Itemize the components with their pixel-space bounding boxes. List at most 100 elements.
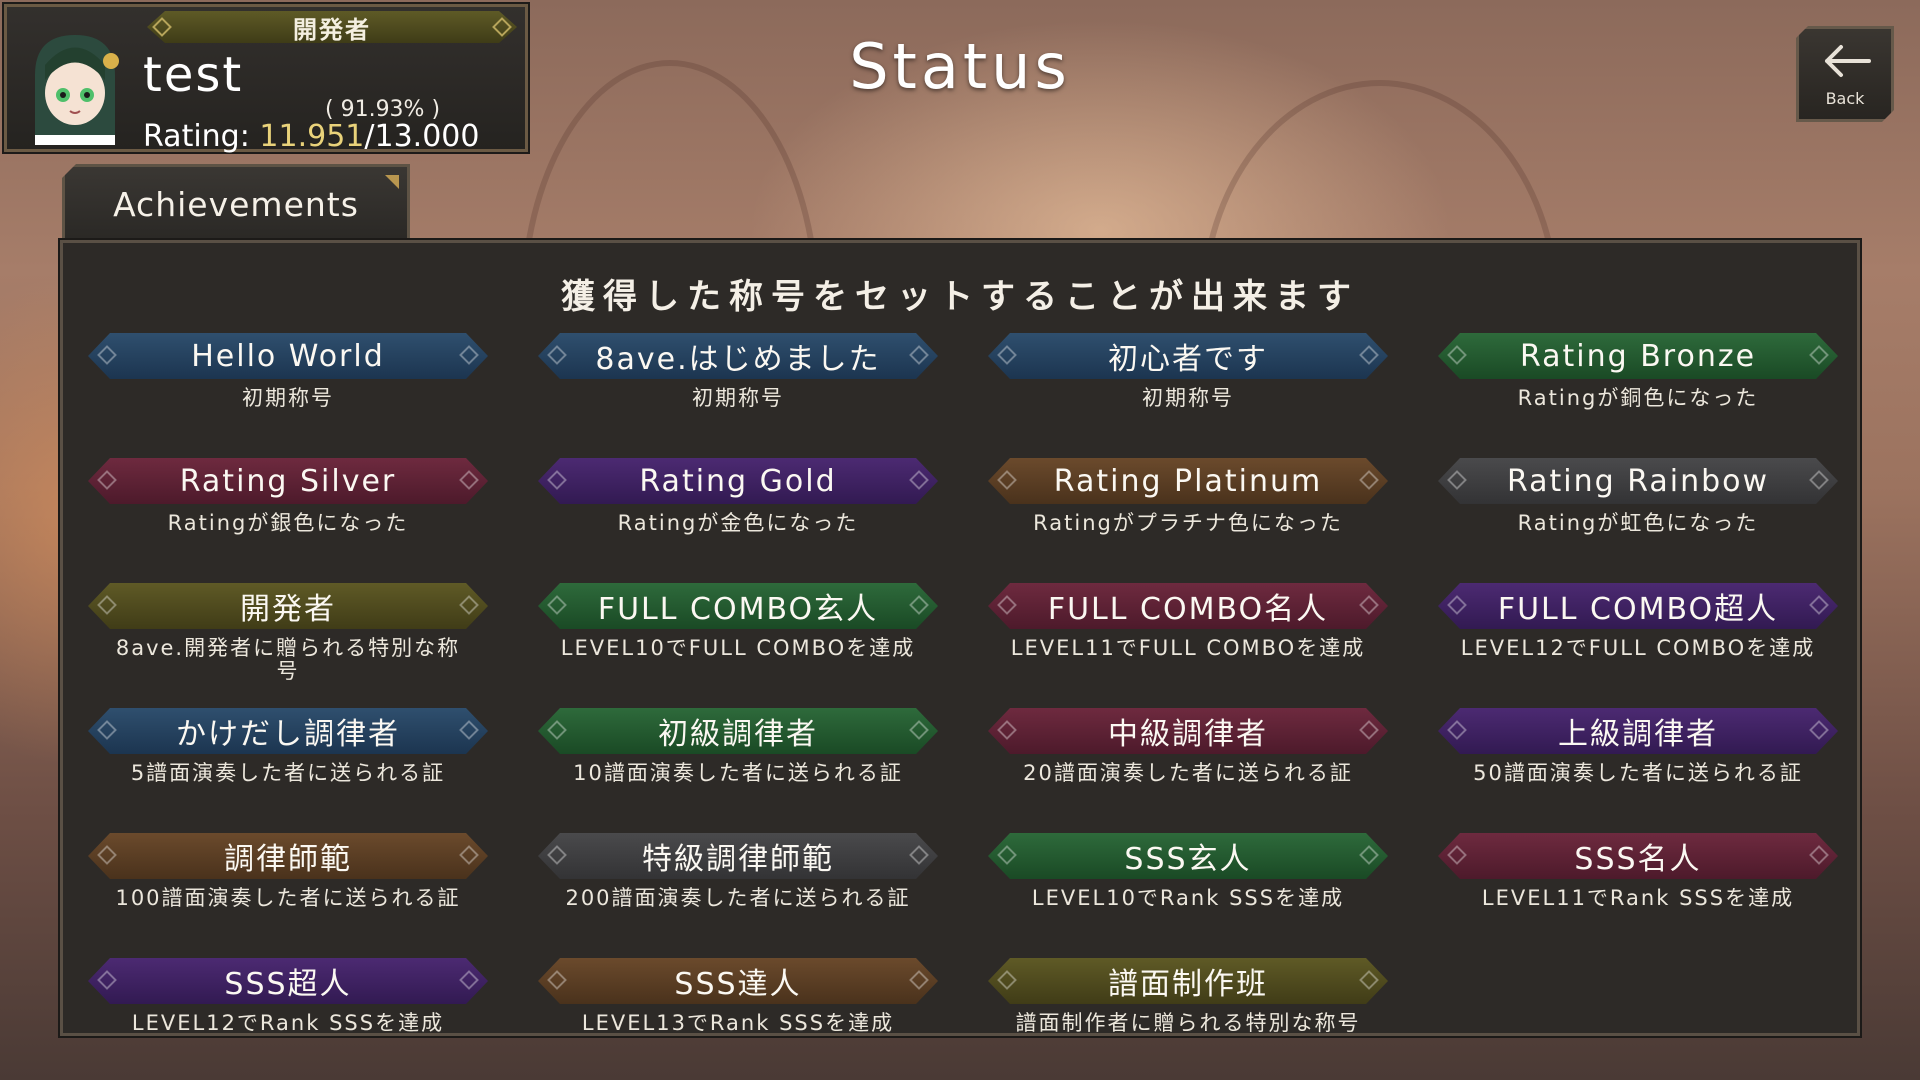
achievement-title-plate[interactable]: Rating Platinum (988, 458, 1388, 504)
achievement-name: Rating Silver (179, 463, 397, 499)
gem-icon (1447, 720, 1467, 740)
achievement-title-plate[interactable]: 譜面制作班 (988, 958, 1388, 1004)
gem-icon (547, 595, 567, 615)
achievement-title-plate[interactable]: Hello World (88, 333, 488, 379)
achievement-item[interactable]: SSS超人 LEVEL12でRank SSSを達成 (88, 958, 488, 1033)
gem-icon (97, 720, 117, 740)
achievement-title-plate[interactable]: 8ave.はじめました (538, 333, 938, 379)
achievement-name: Rating Rainbow (1506, 463, 1770, 499)
achievement-item[interactable]: Rating Gold Ratingが金色になった (538, 458, 938, 583)
tab-achievements[interactable]: Achievements (62, 164, 410, 242)
gem-icon (997, 595, 1017, 615)
achievement-name: FULL COMBO名人 (1047, 592, 1329, 627)
gem-icon (1809, 470, 1829, 490)
achievement-item[interactable]: SSS達人 LEVEL13でRank SSSを達成 (538, 958, 938, 1033)
achievement-description: LEVEL11でRank SSSを達成 (1481, 886, 1795, 910)
achievement-description: 8ave.開発者に贈られる特別な称号 (115, 636, 461, 683)
achievement-name: Hello World (191, 338, 385, 374)
achievement-item[interactable]: 特級調律師範 200譜面演奏した者に送られる証 (538, 833, 938, 958)
back-button[interactable]: Back (1796, 26, 1894, 122)
achievement-item[interactable]: かけだし調律者 5譜面演奏した者に送られる証 (88, 708, 488, 833)
achievement-item[interactable]: Rating Bronze Ratingが銅色になった (1438, 333, 1838, 458)
achievement-title-plate[interactable]: SSS達人 (538, 958, 938, 1004)
gem-icon (1359, 720, 1379, 740)
achievement-item[interactable]: 8ave.はじめました初期称号 (538, 333, 938, 458)
achievement-item[interactable]: 譜面制作班譜面制作者に贈られる特別な称号 (988, 958, 1388, 1035)
achievement-title-plate[interactable]: Rating Silver (88, 458, 488, 504)
achievement-item[interactable]: 初心者です 初期称号 (988, 333, 1388, 458)
achievement-item[interactable]: 中級調律者 20譜面演奏した者に送られる証 (988, 708, 1388, 833)
achievement-item[interactable]: 開発者 8ave.開発者に贈られる特別な称号 (88, 583, 488, 708)
achievement-item[interactable]: FULL COMBO玄人 LEVEL10でFULL COMBOを達成 (538, 583, 938, 708)
achievement-description: LEVEL11でFULL COMBOを達成 (1010, 636, 1366, 660)
achievement-description: 初期称号 (692, 386, 784, 410)
gem-icon (909, 720, 929, 740)
gem-icon (459, 845, 479, 865)
achievement-item[interactable]: Hello World 初期称号 (88, 333, 488, 458)
achievement-name: SSS玄人 (1124, 842, 1252, 877)
achievement-description: 50譜面演奏した者に送られる証 (1473, 761, 1803, 785)
gem-icon (1447, 595, 1467, 615)
achievement-title-plate[interactable]: Rating Gold (538, 458, 938, 504)
gem-icon (1809, 595, 1829, 615)
achievement-title-plate[interactable]: かけだし調律者 (88, 708, 488, 754)
gem-icon (459, 720, 479, 740)
achievement-title-plate[interactable]: SSS超人 (88, 958, 488, 1004)
achievement-title-plate[interactable]: 初心者です (988, 333, 1388, 379)
achievement-name: SSS達人 (674, 967, 802, 1002)
achievement-title-plate[interactable]: FULL COMBO名人 (988, 583, 1388, 629)
gem-icon (1359, 470, 1379, 490)
achievement-description: 初期称号 (1142, 386, 1234, 410)
gem-icon (97, 470, 117, 490)
gem-icon (997, 845, 1017, 865)
gem-icon (1359, 595, 1379, 615)
gem-icon (1359, 970, 1379, 990)
achievement-title-plate[interactable]: 中級調律者 (988, 708, 1388, 754)
gem-icon (1809, 845, 1829, 865)
achievement-description: 譜面制作者に贈られる特別な称号 (1015, 1011, 1361, 1035)
achievement-item[interactable]: Rating Rainbow Ratingが虹色になった (1438, 458, 1838, 583)
achievement-title-plate[interactable]: SSS玄人 (988, 833, 1388, 879)
gem-icon (909, 345, 929, 365)
achievement-name: Rating Bronze (1519, 338, 1757, 374)
achievement-title-plate[interactable]: 上級調律者 (1438, 708, 1838, 754)
achievement-title-plate[interactable]: FULL COMBO超人 (1438, 583, 1838, 629)
achievement-item[interactable]: SSS名人 LEVEL11でRank SSSを達成 (1438, 833, 1838, 958)
achievement-item[interactable]: 初級調律者 10譜面演奏した者に送られる証 (538, 708, 938, 833)
gem-icon (1359, 345, 1379, 365)
rating-current: 11.951 (259, 119, 365, 154)
gem-icon (459, 470, 479, 490)
achievement-item[interactable]: 上級調律者 50譜面演奏した者に送られる証 (1438, 708, 1838, 833)
achievement-title-plate[interactable]: Rating Bronze (1438, 333, 1838, 379)
gem-icon (97, 845, 117, 865)
gem-icon (459, 970, 479, 990)
gem-icon (909, 595, 929, 615)
achievement-item[interactable]: FULL COMBO超人 LEVEL12でFULL COMBOを達成 (1438, 583, 1838, 708)
gem-icon (997, 345, 1017, 365)
achievement-title-plate[interactable]: Rating Rainbow (1438, 458, 1838, 504)
achievements-panel: 獲得した称号をセットすることが出来ます Hello World 初期称号 8ave.… (60, 240, 1860, 1036)
achievement-title-plate[interactable]: 特級調律師範 (538, 833, 938, 879)
gem-icon (909, 970, 929, 990)
achievement-item[interactable]: Rating Platinum Ratingがプラチナ色になった (988, 458, 1388, 583)
achievement-title-plate[interactable]: 開発者 (88, 583, 488, 629)
achievement-title-plate[interactable]: 初級調律者 (538, 708, 938, 754)
achievement-description: 100譜面演奏した者に送られる証 (115, 886, 461, 910)
tab-achievements-label: Achievements (113, 185, 359, 224)
achievement-name: 初心者です (1108, 342, 1268, 377)
gem-icon (97, 595, 117, 615)
achievement-name: SSS名人 (1574, 842, 1702, 877)
gem-icon (997, 970, 1017, 990)
achievement-title-plate[interactable]: 調律師範 (88, 833, 488, 879)
achievement-item[interactable]: Rating Silver Ratingが銀色になった (88, 458, 488, 583)
achievement-title-plate[interactable]: FULL COMBO玄人 (538, 583, 938, 629)
achievement-item[interactable]: SSS玄人 LEVEL10でRank SSSを達成 (988, 833, 1388, 958)
achievement-description: 20譜面演奏した者に送られる証 (1023, 761, 1353, 785)
gem-icon (547, 345, 567, 365)
achievement-item[interactable]: FULL COMBO名人 LEVEL11でFULL COMBOを達成 (988, 583, 1388, 708)
achievement-item[interactable]: 調律師範 100譜面演奏した者に送られる証 (88, 833, 488, 958)
gem-icon (459, 345, 479, 365)
achievement-title-plate[interactable]: SSS名人 (1438, 833, 1838, 879)
achievement-description: Ratingが金色になった (617, 511, 859, 535)
gem-icon (1809, 345, 1829, 365)
